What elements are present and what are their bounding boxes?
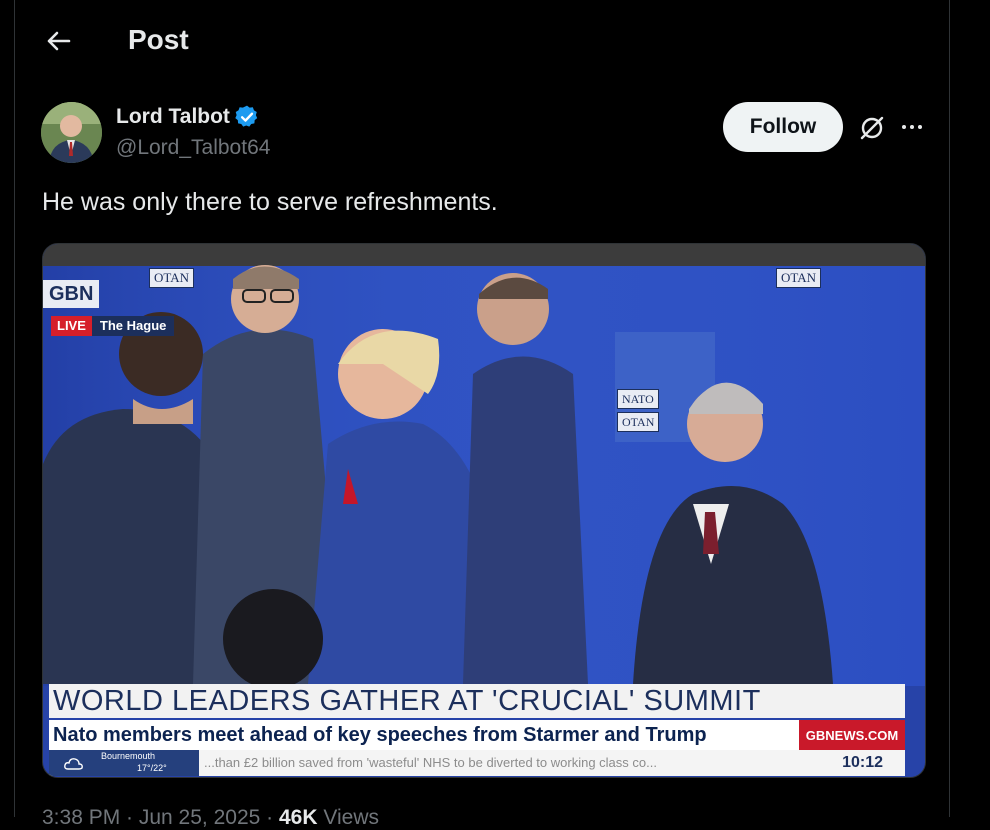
header: Post: [15, 0, 951, 82]
cloud-icon: [64, 758, 83, 770]
grok-icon: [860, 116, 884, 140]
grok-button[interactable]: [857, 113, 887, 143]
tweet-text: He was only there to serve refreshments.: [42, 188, 498, 216]
more-options-button[interactable]: [899, 114, 925, 140]
post-time[interactable]: 3:38 PM · Jun 25, 2025 ·: [42, 806, 273, 829]
weather-box: Bournemouth 17°/22°: [49, 750, 199, 776]
ticker-text: ...than £2 billion saved from 'wasteful'…: [204, 755, 657, 770]
broadcast-clock: 10:12: [842, 754, 883, 771]
live-label: LIVE: [51, 316, 92, 336]
follow-button[interactable]: Follow: [723, 102, 843, 152]
main-column: Post Lord Talbot @Lord_Talbot64 Follow H…: [14, 0, 951, 829]
author-handle[interactable]: @Lord_Talbot64: [116, 136, 270, 160]
arrow-left-icon: [47, 31, 71, 51]
otan-badge: OTAN: [149, 268, 195, 288]
weather-temp: 17°/22°: [137, 763, 167, 773]
author-name[interactable]: Lord Talbot: [116, 105, 230, 129]
live-tag: LIVE The Hague: [51, 316, 175, 336]
news-subheadline: Nato members meet ahead of key speeches …: [49, 720, 799, 750]
news-ticker: Bournemouth 17°/22° ...than £2 billion s…: [49, 750, 905, 776]
verified-badge-icon: [235, 105, 258, 127]
otan-badge: OTAN: [617, 412, 660, 432]
author-block: Lord Talbot @Lord_Talbot64: [116, 104, 270, 160]
post-timestamp: 3:38 PM · Jun 25, 2025 · 46K Views: [42, 806, 379, 830]
views-label: Views: [323, 806, 379, 829]
weather-place: Bournemouth: [101, 751, 156, 761]
news-headline: WORLD LEADERS GATHER AT 'CRUCIAL' SUMMIT: [49, 684, 905, 718]
otan-badge: OTAN: [776, 268, 822, 288]
location-label: The Hague: [91, 316, 175, 336]
nato-badge: NATO: [617, 389, 659, 409]
back-button[interactable]: [43, 25, 75, 57]
tweet-media-video[interactable]: OTAN OTAN NATO OTAN GBN LIVE The Hague W…: [42, 243, 926, 778]
more-horizontal-icon: [902, 125, 922, 129]
page-title: Post: [128, 24, 189, 55]
channel-brand: GBNEWS.COM: [799, 720, 905, 750]
avatar[interactable]: [41, 102, 102, 163]
view-count: 46K: [278, 806, 318, 829]
channel-logo: GBN: [43, 280, 100, 308]
